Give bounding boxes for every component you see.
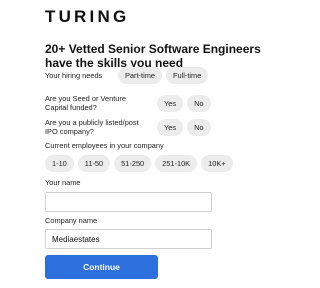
continue-button[interactable]: Continue: [45, 255, 158, 279]
vc-funded-yes-chip[interactable]: Yes: [157, 94, 184, 112]
public-company-label: Are you a publicly listed/post IPO compa…: [45, 118, 139, 136]
public-company-yes-chip[interactable]: Yes: [157, 118, 184, 136]
employees-chips: 1-10 11-50 51-250 251-10K 10K+: [45, 155, 233, 172]
part-time-chip[interactable]: Part-time: [118, 67, 162, 84]
employees-10k-plus-chip[interactable]: 10K+: [201, 155, 233, 172]
employees-51-250-chip[interactable]: 51-250: [114, 155, 152, 172]
your-name-label: Your name: [45, 178, 81, 187]
employees-251-10k-chip[interactable]: 251-10K: [155, 155, 198, 172]
turing-logo: TURING: [45, 7, 130, 26]
hiring-needs-label: Your hiring needs: [45, 71, 103, 80]
hiring-needs-row: Your hiring needs Part-time Full-time: [45, 67, 275, 84]
vc-funded-row: Are you Seed or Venture Capital funded? …: [45, 94, 275, 112]
public-company-no-chip[interactable]: No: [187, 118, 211, 136]
employees-11-50-chip[interactable]: 11-50: [77, 155, 111, 172]
public-company-row: Are you a publicly listed/post IPO compa…: [45, 118, 275, 136]
company-name-label: Company name: [45, 216, 98, 225]
vc-funded-label: Are you Seed or Venture Capital funded?: [45, 94, 126, 112]
employees-label: Current employees in your company: [45, 141, 164, 150]
full-time-chip[interactable]: Full-time: [165, 67, 209, 84]
vc-funded-no-chip[interactable]: No: [187, 94, 211, 112]
your-name-field[interactable]: [45, 192, 212, 212]
employees-1-10-chip[interactable]: 1-10: [45, 155, 74, 172]
headline: 20+ Vetted Senior Software Engineers hav…: [45, 42, 261, 70]
company-name-field[interactable]: [45, 229, 212, 249]
